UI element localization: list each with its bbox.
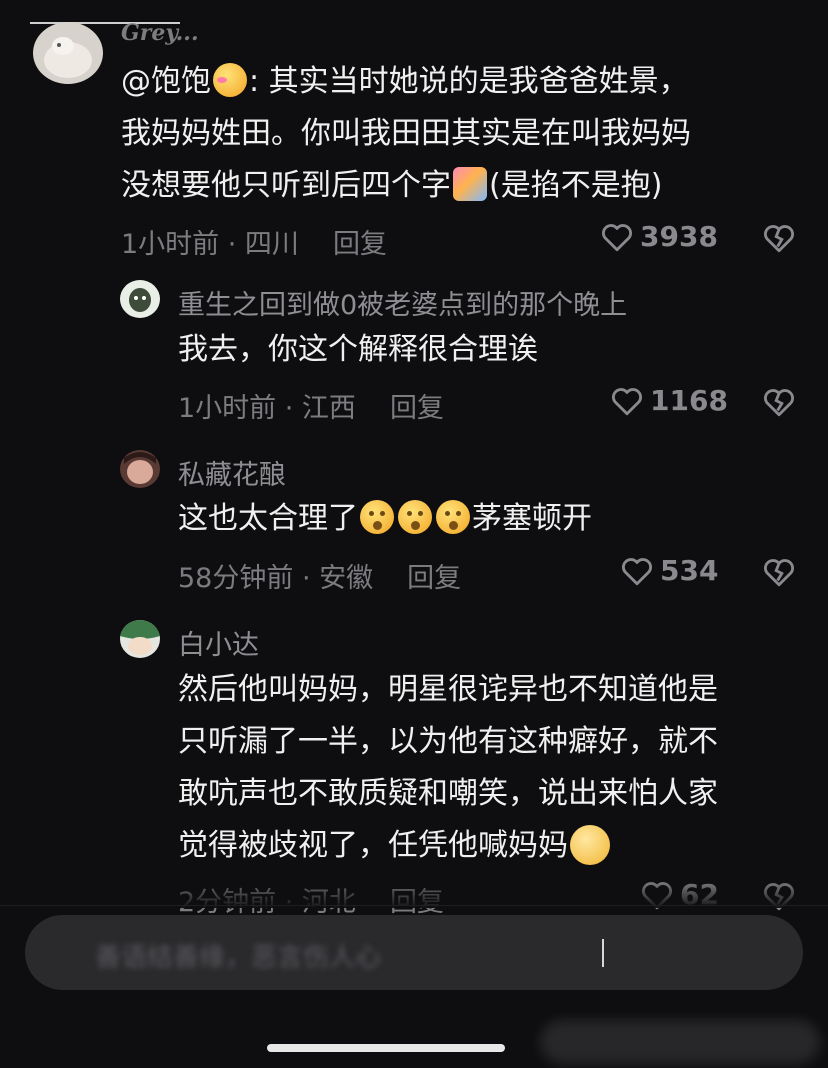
like-count: 1168 — [650, 384, 728, 417]
comment-meta: 1小时前 · 四川 回复 — [121, 222, 387, 261]
comment-text: 然后他叫妈妈，明星很诧异也不知道他是 只听漏了一半，以为他有这种癖好，就不 敢吭… — [178, 672, 718, 865]
avatar[interactable] — [120, 620, 160, 658]
heart-outline-icon — [622, 557, 652, 585]
shushing-face-emoji-icon — [436, 500, 470, 534]
like-count: 534 — [660, 554, 719, 587]
broken-heart-icon[interactable] — [762, 556, 796, 588]
avatar[interactable] — [33, 22, 103, 84]
comment-time-location: 1小时前 · 江西 — [178, 393, 356, 424]
comment-meta: 1小时前 · 江西 回复 — [178, 386, 444, 425]
avatar[interactable] — [120, 450, 160, 488]
comment-author[interactable]: 私藏花酿 — [178, 453, 286, 492]
like-button[interactable]: 534 — [620, 554, 718, 587]
like-button[interactable]: 3938 — [600, 220, 718, 253]
mention[interactable]: @饱饱 — [121, 64, 211, 99]
reply-button[interactable]: 回复 — [390, 393, 444, 424]
home-indicator[interactable] — [267, 1044, 505, 1052]
smiling-hearts-emoji-icon — [213, 63, 247, 97]
shushing-face-emoji-icon — [360, 500, 394, 534]
reply-button[interactable]: 回复 — [407, 563, 461, 594]
comment-author[interactable]: Grey... — [121, 20, 199, 46]
couple-hug-emoji-icon — [453, 167, 487, 201]
comment-meta: 58分钟前 · 安徽 回复 — [178, 556, 461, 595]
comment-author[interactable]: 白小达 — [178, 623, 259, 662]
comment-input-placeholder: 善语结善缘，恶言伤人心 — [95, 943, 382, 973]
divider — [0, 905, 828, 906]
avatar[interactable] — [120, 280, 160, 318]
broken-heart-icon[interactable] — [762, 222, 796, 254]
comment-time-location: 58分钟前 · 安徽 — [178, 563, 374, 594]
comment-time-location: 1小时前 · 四川 — [121, 229, 299, 260]
reply-button[interactable]: 回复 — [333, 229, 387, 260]
watermark — [540, 1020, 820, 1064]
broken-heart-icon[interactable] — [762, 386, 796, 418]
comment-text: 我去，你这个解释很合理诶 — [178, 332, 538, 367]
comment-input[interactable]: 善语结善缘，恶言伤人心 — [25, 915, 803, 990]
like-button[interactable]: 1168 — [610, 384, 728, 417]
text-caret — [602, 939, 604, 967]
scroll-fade — [0, 878, 828, 908]
heart-outline-icon — [602, 223, 632, 251]
comment-author[interactable]: 重生之回到做0被老婆点到的那个晚上 — [178, 283, 627, 322]
comment-text: @饱饱: 其实当时她说的是我爸爸姓景， 我妈妈姓田。你叫我田田其实是在叫我妈妈 … — [121, 63, 691, 203]
like-count: 3938 — [640, 220, 718, 253]
comment-text: 这也太合理了 茅塞顿开 — [178, 500, 592, 536]
yawning-face-emoji-icon — [570, 825, 610, 865]
heart-outline-icon — [612, 387, 642, 415]
shushing-face-emoji-icon — [398, 500, 432, 534]
